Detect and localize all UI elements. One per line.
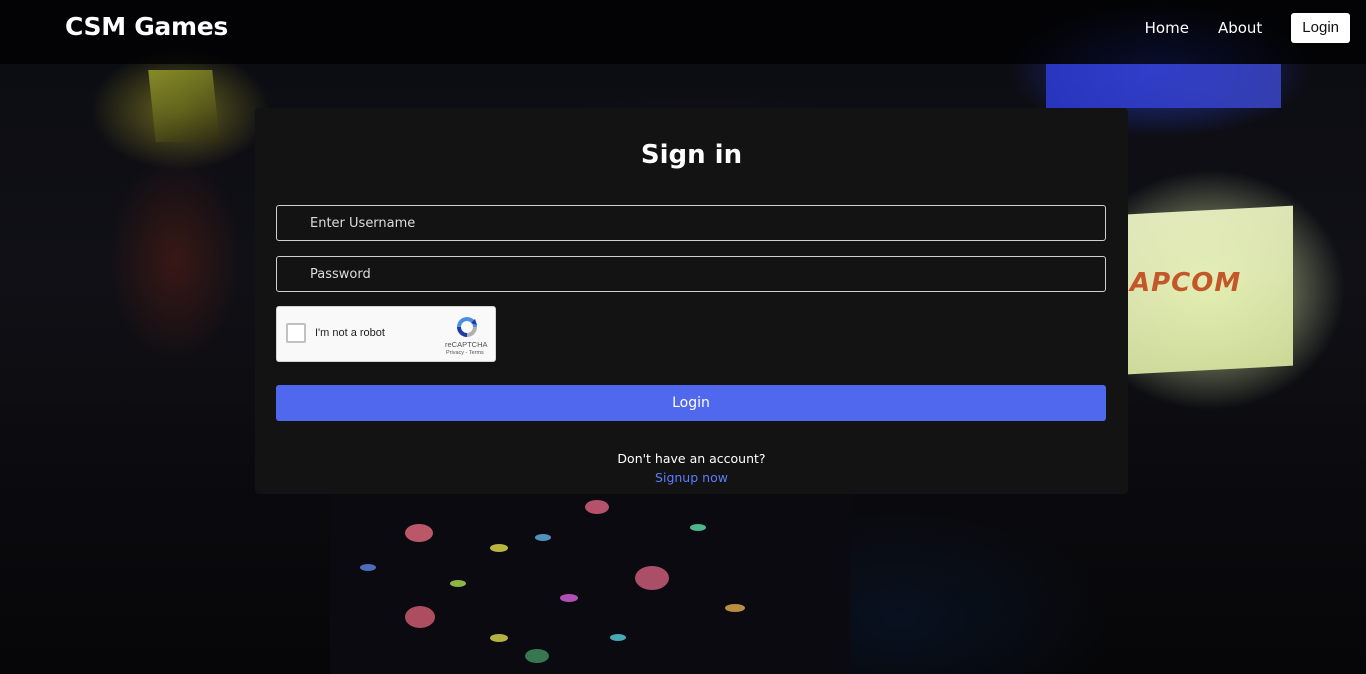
recaptcha-links[interactable]: Privacy - Terms (446, 350, 484, 356)
floor-dot (535, 534, 551, 541)
username-input[interactable] (276, 205, 1106, 241)
arcade-marquee-blue (1046, 64, 1281, 108)
signin-card: Sign in I'm not a robot reCAPTCHA Privac… (255, 108, 1128, 494)
signin-title: Sign in (640, 140, 743, 170)
floor-dot (360, 564, 376, 571)
floor-dot (405, 606, 435, 628)
floor-dot (490, 544, 508, 552)
recaptcha-widget: I'm not a robot reCAPTCHA Privacy - Term… (276, 306, 496, 362)
login-submit-button[interactable]: Login (276, 385, 1106, 421)
floor-dot (725, 604, 745, 612)
top-navbar: CSM Games Home About Login (0, 0, 1366, 64)
signup-link[interactable]: Signup now (255, 470, 1128, 485)
password-input[interactable] (276, 256, 1106, 292)
arcade-floor (330, 494, 850, 674)
floor-dot (525, 649, 549, 663)
nav-login-button[interactable]: Login (1291, 13, 1350, 43)
floor-dot (450, 580, 466, 587)
arcade-screen-text: APCOM (1130, 268, 1242, 298)
no-account-text: Don't have an account? (617, 451, 766, 466)
floor-dot (490, 634, 508, 642)
recaptcha-checkbox[interactable] (286, 323, 306, 343)
floor-dot (585, 500, 609, 514)
floor-dot (560, 594, 578, 602)
floor-dot (690, 524, 706, 531)
recaptcha-label: I'm not a robot (315, 327, 385, 339)
recaptcha-logo-icon (457, 317, 477, 337)
nav-link-home[interactable]: Home (1145, 13, 1189, 43)
brand-logo[interactable]: CSM Games (65, 12, 228, 41)
recaptcha-brand: reCAPTCHA (445, 340, 488, 349)
nav-links: Home About Login (1145, 13, 1350, 43)
floor-dot (635, 566, 669, 590)
arcade-marquee-left (148, 70, 220, 142)
nav-link-about[interactable]: About (1218, 13, 1262, 43)
floor-dot (610, 634, 626, 641)
floor-dot (405, 524, 433, 542)
